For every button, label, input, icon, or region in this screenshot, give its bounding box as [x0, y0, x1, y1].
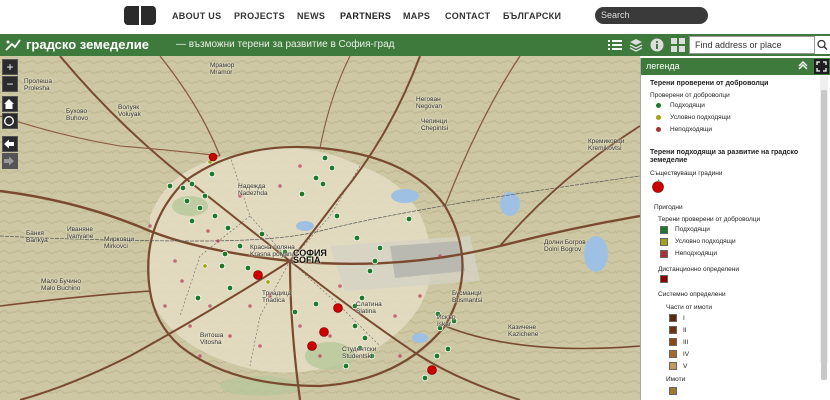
legend-label-vol-checked: Терени проверени от доброволци — [658, 216, 761, 223]
legend-header: легенда — [641, 58, 830, 75]
map-label-vitosha: Витоша Vitosha — [200, 332, 224, 346]
legend-section-suitable-title-2: земеделие — [650, 157, 688, 164]
map-label-bankya: Банкя Bankya — [26, 230, 48, 244]
map-label-dolni-bogrov: Долни Богров Dolni Bogrov — [544, 239, 586, 253]
forward-arrow-icon[interactable] — [2, 153, 18, 169]
legend-roman-3: III — [683, 339, 689, 346]
legend-swatch-part-4 — [669, 350, 677, 358]
nav-contact[interactable]: CONTACT — [445, 11, 490, 21]
fullscreen-icon[interactable] — [814, 59, 829, 74]
legend-roman-4: IV — [683, 351, 690, 358]
legend-panel: легенда Терени проверени от доброволци П… — [640, 58, 830, 400]
legend-label-v-suitable: Подходящи — [670, 102, 705, 109]
map-label-studentski: Студентски Studentski — [342, 346, 377, 360]
map-label-busmantsi: Бусманци Busmantsi — [452, 290, 483, 304]
address-search-input[interactable]: Find address or place — [689, 36, 815, 54]
map-canvas[interactable]: Пролеша Prolesha Мрамор Mramor Волуяк Voluy… — [0, 56, 640, 400]
legend-scrollbar-thumb[interactable] — [821, 90, 827, 380]
map-label-mirkovci: Мирковци Mirkovci — [104, 236, 134, 250]
info-icon[interactable] — [647, 35, 667, 55]
map-label-slatina: Слатина Slatina — [356, 301, 382, 315]
legend-roman-5: V — [683, 363, 688, 370]
legend-label-remote: Дистанционно определени — [658, 266, 740, 273]
legend-label-s-suitable: Подходящи — [675, 226, 710, 233]
app-subtitle: — възможни терени за развитие в София-гр… — [176, 39, 395, 50]
legend-label-systemic: Системно определени — [658, 291, 726, 298]
legend-roman-2: II — [683, 327, 687, 334]
map-label-negovan: Негован Negovan — [416, 96, 443, 110]
home-icon[interactable] — [2, 96, 18, 112]
legend-roman-1: I — [683, 315, 685, 322]
address-search-placeholder: Find address or place — [695, 40, 782, 50]
site-navbar: ABOUT US PROJECTS NEWS PARTNERS MAPS CON… — [0, 0, 830, 33]
legend-label-v-unsuitable: Неподходящи — [670, 126, 713, 133]
legend-swatch-part-1 — [669, 314, 677, 322]
collapse-icon[interactable] — [797, 60, 809, 72]
legend-swatch-s-suitable — [660, 226, 668, 234]
map-label-butovtsi: Бухово Buhovo — [66, 108, 89, 122]
legend-swatch-part-3 — [669, 338, 677, 346]
nav-language[interactable]: БЪЛГАРСКИ — [503, 11, 561, 21]
map-label-iskar: Искър Iskar — [437, 314, 456, 328]
nav-maps[interactable]: MAPS — [403, 11, 430, 21]
map-label-triadica: Триадица Triadica — [262, 290, 292, 304]
nav-partners[interactable]: PARTNERS — [340, 11, 391, 21]
legend-label-s-unsuitable: Неподходящи — [675, 250, 718, 257]
apple-icon — [652, 179, 664, 193]
legend-dot-unsuitable — [656, 127, 661, 132]
legend-swatch-remote — [660, 275, 668, 283]
legend-label-properties: Имоти — [666, 376, 686, 383]
back-arrow-icon[interactable] — [2, 136, 18, 152]
legend-label-existing: Съществуващи градини — [650, 170, 723, 177]
map-label-voluyak: Волуяк Voluyak — [118, 104, 141, 118]
legend-section-volunteers: Терени проверени от доброволци — [650, 80, 769, 87]
map-label-chepintsi: Чепинци Chepintsi — [421, 118, 449, 132]
legend-label-s-conditional: Условно подходящи — [675, 238, 736, 245]
nav-news[interactable]: NEWS — [297, 11, 325, 21]
zoom-out-button[interactable]: − — [2, 76, 18, 92]
locate-icon[interactable] — [2, 113, 18, 129]
map-label-sofia: СОФИЯ SOFIA — [293, 248, 327, 265]
map-label-mramor: Мрамор Mramor — [210, 62, 235, 76]
map-label-proleshe: Пролеша Prolesha — [24, 78, 52, 92]
map-label-kazichene: Казичене Kazichene — [508, 324, 539, 338]
legend-label-suitable: Пригодни — [654, 204, 683, 211]
map-label-nadezhda: Надежда Nadezhda — [238, 183, 268, 197]
legend-swatch-s-conditional — [660, 238, 668, 246]
legend-sub-checked: Проверени от доброволци — [650, 92, 730, 99]
site-logo[interactable] — [124, 6, 156, 25]
legend-dot-suitable — [656, 103, 661, 108]
legend-swatch-part-5 — [669, 362, 677, 370]
list-icon[interactable] — [605, 35, 625, 55]
zoom-in-button[interactable]: + — [2, 59, 18, 75]
sprout-icon — [5, 39, 21, 51]
map-markers — [148, 152, 458, 382]
app-title: градско земеделие — [26, 37, 149, 52]
basemap-grid-icon[interactable] — [668, 35, 688, 55]
legend-section-suitable-title-1: Терени подходящи за развитие на градско — [650, 149, 799, 156]
legend-swatch-s-unsuitable — [660, 250, 668, 258]
legend-dot-conditional — [656, 115, 661, 120]
layers-icon[interactable] — [626, 35, 646, 55]
legend-title: легенда — [646, 61, 680, 71]
site-search-input[interactable]: Search — [595, 7, 708, 24]
legend-label-parts: Части от имоти — [666, 304, 713, 311]
map-label-krasna: Красна поляна Krasna polyana — [250, 244, 296, 258]
legend-label-v-conditional: Условно подходящи — [670, 114, 731, 121]
app-header: градско земеделие — възможни терени за р… — [0, 34, 830, 56]
legend-swatch-properties — [669, 387, 677, 395]
nav-projects[interactable]: PROJECTS — [234, 11, 285, 21]
site-search-placeholder: Search — [601, 10, 630, 20]
map-label-kremikovtsi: Кремиковци Kremikovtsi — [588, 138, 625, 152]
search-icon[interactable] — [815, 36, 830, 54]
nav-about[interactable]: ABOUT US — [172, 11, 221, 21]
map-label-mali-buchino: Мало Бучино Malo Buchino — [41, 278, 81, 292]
map-label-ivanyane: Иваняне Ivanyane — [67, 226, 94, 240]
legend-swatch-part-2 — [669, 326, 677, 334]
